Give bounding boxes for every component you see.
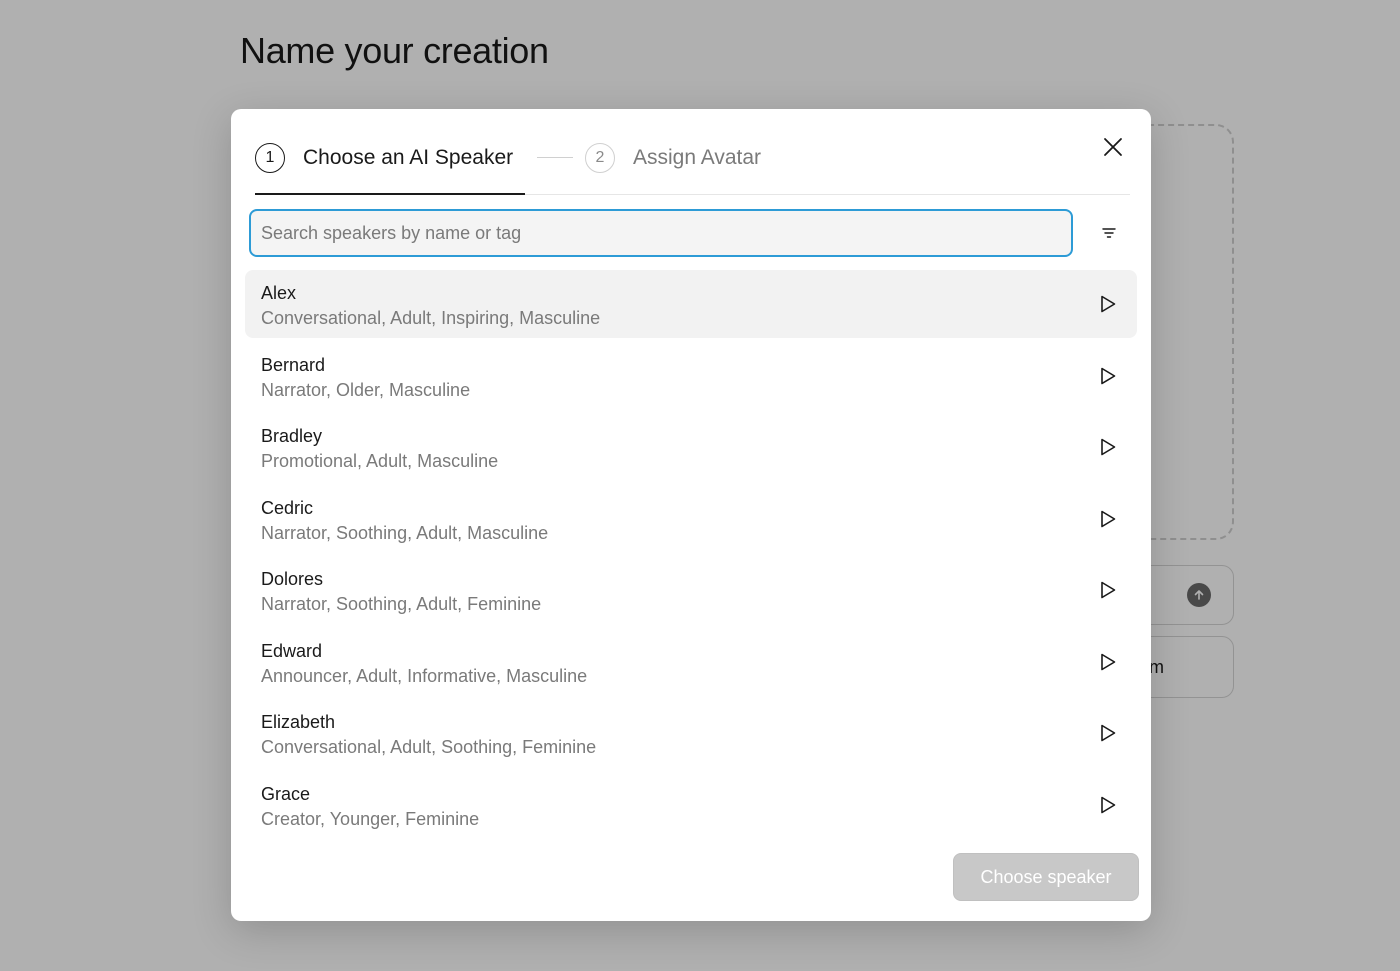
speaker-tags: Narrator, Soothing, Adult, Masculine xyxy=(261,522,549,543)
speaker-name: Elizabeth xyxy=(261,712,336,732)
search-field xyxy=(249,209,1073,257)
speaker-row-cedric[interactable]: Cedric Narrator, Soothing, Adult, Mascul… xyxy=(245,485,1137,553)
step-label-choose-speaker: Choose an AI Speaker xyxy=(303,146,514,169)
speaker-tags: Narrator, Soothing, Adult, Feminine xyxy=(261,594,542,614)
filter-button[interactable] xyxy=(1097,221,1121,245)
step-number-2: 2 xyxy=(585,143,615,173)
speaker-tags: Conversational, Adult, Inspiring, Mascul… xyxy=(261,308,601,328)
play-button[interactable] xyxy=(1097,650,1119,674)
speaker-tags: Narrator, Older, Masculine xyxy=(261,379,471,400)
play-button[interactable] xyxy=(1097,435,1119,459)
play-button[interactable] xyxy=(1097,364,1119,388)
speaker-name: Cedric xyxy=(261,497,314,518)
search-input[interactable] xyxy=(251,211,1071,255)
speaker-row-bradley[interactable]: Bradley Promotional, Adult, Masculine xyxy=(245,413,1137,481)
speaker-name: Bradley xyxy=(261,426,323,446)
play-icon xyxy=(1101,796,1116,813)
step-number-1: 1 xyxy=(255,143,285,173)
play-icon xyxy=(1101,724,1116,742)
filter-icon xyxy=(1102,228,1116,238)
play-button[interactable] xyxy=(1097,578,1119,602)
speaker-name: Edward xyxy=(261,640,323,661)
speaker-tags: Conversational, Adult, Soothing, Feminin… xyxy=(261,737,597,757)
play-icon xyxy=(1101,367,1116,384)
speaker-name: Alex xyxy=(261,283,297,303)
play-icon xyxy=(1101,295,1116,313)
speaker-name: Grace xyxy=(261,783,311,804)
play-button[interactable] xyxy=(1097,721,1119,745)
speaker-name: Bernard xyxy=(261,354,326,375)
speaker-row-bernard[interactable]: Bernard Narrator, Older, Masculine xyxy=(245,342,1137,410)
step-choose-speaker[interactable]: 1 Choose an AI Speaker xyxy=(255,141,513,175)
speaker-name: Dolores xyxy=(261,569,324,589)
speaker-list: Alex Conversational, Adult, Inspiring, M… xyxy=(245,270,1137,842)
active-step-underline xyxy=(255,193,525,195)
choose-speaker-button[interactable]: Choose speaker xyxy=(953,853,1139,901)
play-button[interactable] xyxy=(1097,292,1119,316)
speaker-tags: Announcer, Adult, Informative, Masculine xyxy=(261,665,588,686)
step-label-assign-avatar: Assign Avatar xyxy=(633,146,762,169)
play-icon xyxy=(1101,510,1116,527)
choose-speaker-modal: 1 Choose an AI Speaker 2 Assign Avatar A… xyxy=(231,109,1151,921)
play-button[interactable] xyxy=(1097,793,1119,817)
play-icon xyxy=(1101,581,1116,599)
play-button[interactable] xyxy=(1097,507,1119,531)
close-icon xyxy=(1104,138,1122,156)
speaker-row-elizabeth[interactable]: Elizabeth Conversational, Adult, Soothin… xyxy=(245,699,1137,767)
speaker-tags: Creator, Younger, Feminine xyxy=(261,808,480,829)
step-connector xyxy=(537,157,573,158)
speaker-row-grace[interactable]: Grace Creator, Younger, Feminine xyxy=(245,771,1137,839)
speaker-tags: Promotional, Adult, Masculine xyxy=(261,451,499,471)
speaker-row-edward[interactable]: Edward Announcer, Adult, Informative, Ma… xyxy=(245,628,1137,696)
speaker-row-alex[interactable]: Alex Conversational, Adult, Inspiring, M… xyxy=(245,270,1137,338)
play-icon xyxy=(1101,653,1116,670)
play-icon xyxy=(1101,438,1116,456)
step-assign-avatar[interactable]: 2 Assign Avatar xyxy=(585,141,761,175)
stepper: 1 Choose an AI Speaker 2 Assign Avatar xyxy=(255,141,1130,195)
close-button[interactable] xyxy=(1101,135,1125,159)
speaker-row-dolores[interactable]: Dolores Narrator, Soothing, Adult, Femin… xyxy=(245,556,1137,624)
